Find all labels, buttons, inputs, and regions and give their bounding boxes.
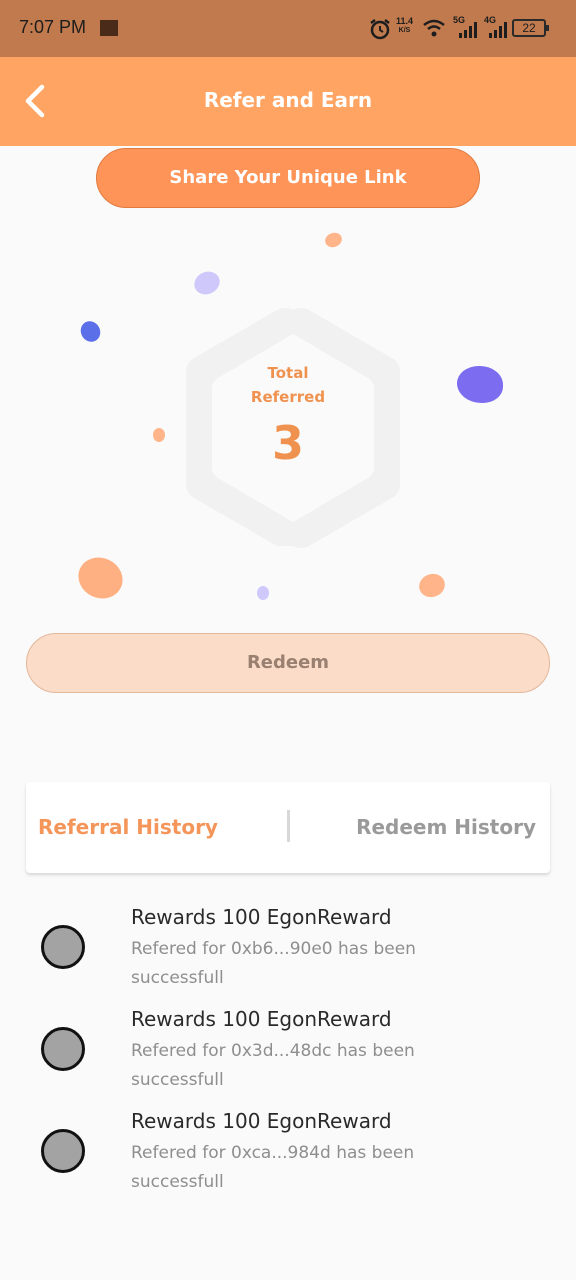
battery-icon: 22	[512, 19, 549, 37]
decor-blob	[323, 230, 344, 250]
decor-blob	[77, 317, 104, 346]
reward-description: Refered for 0xca...984d has been success…	[131, 1143, 415, 1192]
total-label-line1: Total	[267, 364, 309, 382]
history-tabs: Referral History Redeem History	[26, 782, 550, 873]
decor-blob	[190, 267, 224, 299]
tab-referral-history[interactable]: Referral History	[38, 782, 218, 873]
decor-blob	[415, 570, 449, 601]
net-speed: 11.4 K/S	[396, 16, 413, 36]
status-time: 7:07 PM	[19, 17, 87, 37]
total-referred-label: Total Referred	[0, 361, 576, 409]
tab-redeem-history[interactable]: Redeem History	[356, 782, 536, 873]
total-referred-value: 3	[271, 416, 304, 470]
reward-title: Rewards 100 EgonReward	[131, 905, 392, 929]
wifi-icon	[423, 19, 445, 37]
decor-blob	[71, 550, 130, 606]
net-speed-unit: K/S	[398, 27, 411, 34]
reward-title: Rewards 100 EgonReward	[131, 1109, 392, 1133]
list-item[interactable]: Rewards 100 EgonReward Refered for 0xca.…	[0, 1105, 576, 1205]
status-bar: 7:07 PM 11.4 K/S 5G 4G 22	[0, 0, 576, 57]
tab-divider	[287, 810, 290, 842]
net-speed-value: 11.4	[396, 16, 414, 26]
total-label-line2: Referred	[250, 388, 326, 406]
decor-blob	[257, 586, 269, 600]
avatar	[41, 1129, 85, 1173]
reward-title: Rewards 100 EgonReward	[131, 1007, 392, 1031]
redeem-button[interactable]: Redeem	[26, 633, 550, 693]
signal-5g-icon	[459, 22, 477, 38]
list-item[interactable]: Rewards 100 EgonReward Refered for 0x3d.…	[0, 1003, 576, 1103]
share-link-button[interactable]: Share Your Unique Link	[96, 148, 480, 208]
avatar	[41, 1027, 85, 1071]
signal-4g-icon	[489, 22, 507, 38]
reward-description: Refered for 0xb6...90e0 has been success…	[131, 939, 416, 988]
notification-icon	[100, 20, 118, 36]
list-item[interactable]: Rewards 100 EgonReward Refered for 0xb6.…	[0, 901, 576, 1001]
avatar	[41, 925, 85, 969]
alarm-icon	[370, 19, 390, 40]
page-title: Refer and Earn	[203, 88, 373, 112]
app-bar: Refer and Earn	[0, 57, 576, 146]
reward-description: Refered for 0x3d...48dc has been success…	[131, 1041, 415, 1090]
